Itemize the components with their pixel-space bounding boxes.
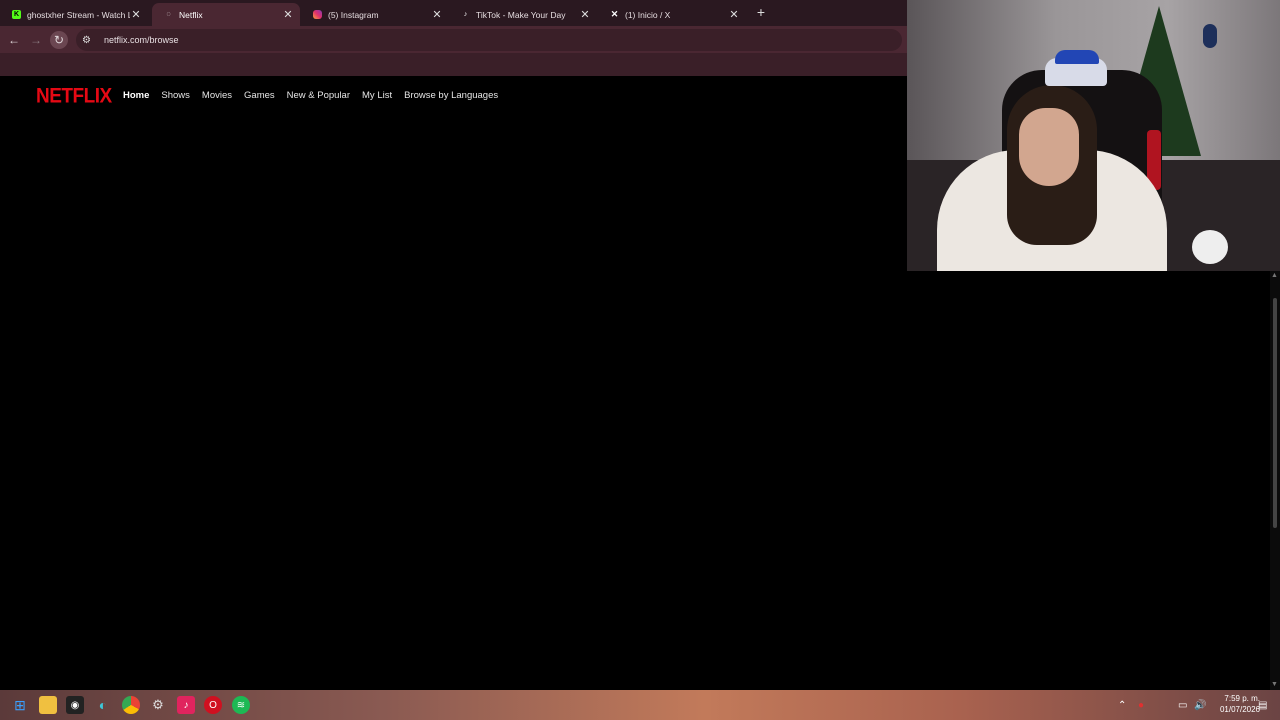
nav-home[interactable]: Home bbox=[123, 90, 149, 101]
close-tab-icon[interactable]: ✕ bbox=[431, 8, 443, 21]
nav-movies[interactable]: Movies bbox=[202, 90, 232, 101]
webcam-overlay bbox=[907, 0, 1280, 271]
tiktok-icon: ♪ bbox=[463, 11, 468, 18]
clock-date: 01/07/2026 bbox=[1219, 705, 1260, 714]
nav-new-popular[interactable]: New & Popular bbox=[287, 90, 350, 101]
windows-start-icon[interactable]: ⊞ bbox=[11, 696, 29, 714]
scroll-down-icon[interactable]: ▼ bbox=[1271, 681, 1278, 688]
url-text: netflix.com/browse bbox=[104, 35, 179, 45]
reload-button[interactable]: ↻ bbox=[50, 31, 68, 49]
tab-netflix[interactable]: ◌ Netflix ✕ bbox=[152, 3, 300, 26]
chair-pillow-top bbox=[1055, 50, 1099, 64]
tray-overflow-icon[interactable]: ⌃ bbox=[1118, 690, 1126, 720]
instagram-icon bbox=[313, 10, 322, 19]
tab-kick[interactable]: K ghostxher Stream - Watch Live ✕ bbox=[0, 3, 148, 26]
tab-title: ghostxher Stream - Watch Live bbox=[27, 9, 130, 20]
close-tab-icon[interactable]: ✕ bbox=[130, 8, 142, 21]
new-tab-button[interactable]: + bbox=[752, 4, 770, 22]
tab-instagram[interactable]: (5) Instagram ✕ bbox=[301, 3, 449, 26]
volume-icon[interactable]: 🔊 bbox=[1194, 690, 1206, 720]
netflix-loading-icon: ◌ bbox=[166, 11, 171, 18]
reload-icon: ↻ bbox=[53, 33, 65, 47]
arrow-left-icon: ← bbox=[8, 33, 20, 47]
tab-title: TikTok - Make Your Day bbox=[476, 9, 566, 20]
file-explorer-icon[interactable] bbox=[39, 696, 57, 714]
steam-icon[interactable]: ⚙ bbox=[149, 696, 167, 714]
streamer-face bbox=[1019, 108, 1079, 186]
browser-toolbar: ← → ↻ ⚙ netflix.com/browse bbox=[0, 26, 907, 53]
back-button[interactable]: ← bbox=[5, 31, 23, 49]
spotify-icon[interactable]: ≋ bbox=[232, 696, 250, 714]
browser-tabstrip: K ghostxher Stream - Watch Live ✕ ◌ Netf… bbox=[0, 0, 907, 26]
tab-title: (5) Instagram bbox=[328, 9, 379, 20]
nav-browse-languages[interactable]: Browse by Languages bbox=[404, 90, 498, 101]
plush-bear bbox=[1192, 230, 1228, 264]
edge-icon[interactable]: ◐ bbox=[94, 696, 112, 714]
netflix-logo[interactable]: NETFLIX bbox=[36, 85, 112, 109]
scroll-up-icon[interactable]: ▲ bbox=[1271, 272, 1278, 279]
tiktok-icon[interactable]: ♪ bbox=[177, 696, 195, 714]
arrow-right-icon: → bbox=[30, 33, 42, 47]
network-icon[interactable]: ▭ bbox=[1178, 690, 1187, 720]
obs-icon[interactable]: ◉ bbox=[66, 696, 84, 714]
chrome-icon[interactable] bbox=[122, 696, 140, 714]
record-icon[interactable]: ● bbox=[1138, 690, 1144, 720]
address-bar[interactable]: ⚙ netflix.com/browse bbox=[76, 29, 902, 51]
nav-my-list[interactable]: My List bbox=[362, 90, 392, 101]
notification-icon[interactable]: ▤ bbox=[1258, 690, 1267, 720]
tab-tiktok[interactable]: ♪ TikTok - Make Your Day ✕ bbox=[449, 3, 597, 26]
clock-time: 7:59 p. m. bbox=[1224, 694, 1260, 703]
windows-taskbar: ⊞ ◉ ◐ ⚙ ♪ O ≋ ⌃ ● ▭ 🔊 7:59 p. m. 01/07/2… bbox=[0, 690, 1280, 720]
site-info-icon[interactable]: ⚙ bbox=[82, 35, 96, 46]
forward-button[interactable]: → bbox=[27, 31, 45, 49]
close-tab-icon[interactable]: ✕ bbox=[728, 8, 740, 21]
kick-icon: K bbox=[12, 10, 21, 19]
opera-icon[interactable]: O bbox=[204, 696, 222, 714]
close-tab-icon[interactable]: ✕ bbox=[579, 8, 591, 21]
page-scrollbar[interactable]: ▲ ▼ bbox=[1270, 270, 1280, 690]
tab-title: (1) Inicio / X bbox=[625, 9, 671, 20]
microphone bbox=[1203, 24, 1217, 48]
nav-games[interactable]: Games bbox=[244, 90, 275, 101]
bookmarks-bar bbox=[0, 53, 907, 76]
netflix-nav: Home Shows Movies Games New & Popular My… bbox=[123, 90, 510, 101]
scrollbar-thumb[interactable] bbox=[1273, 298, 1277, 528]
taskbar-clock[interactable]: 7:59 p. m. 01/07/2026 bbox=[1220, 693, 1260, 715]
nav-shows[interactable]: Shows bbox=[161, 90, 190, 101]
x-icon: ✕ bbox=[610, 9, 619, 19]
tab-x[interactable]: ✕ (1) Inicio / X ✕ bbox=[598, 3, 746, 26]
tab-title: Netflix bbox=[179, 9, 203, 20]
close-tab-icon[interactable]: ✕ bbox=[282, 8, 294, 21]
